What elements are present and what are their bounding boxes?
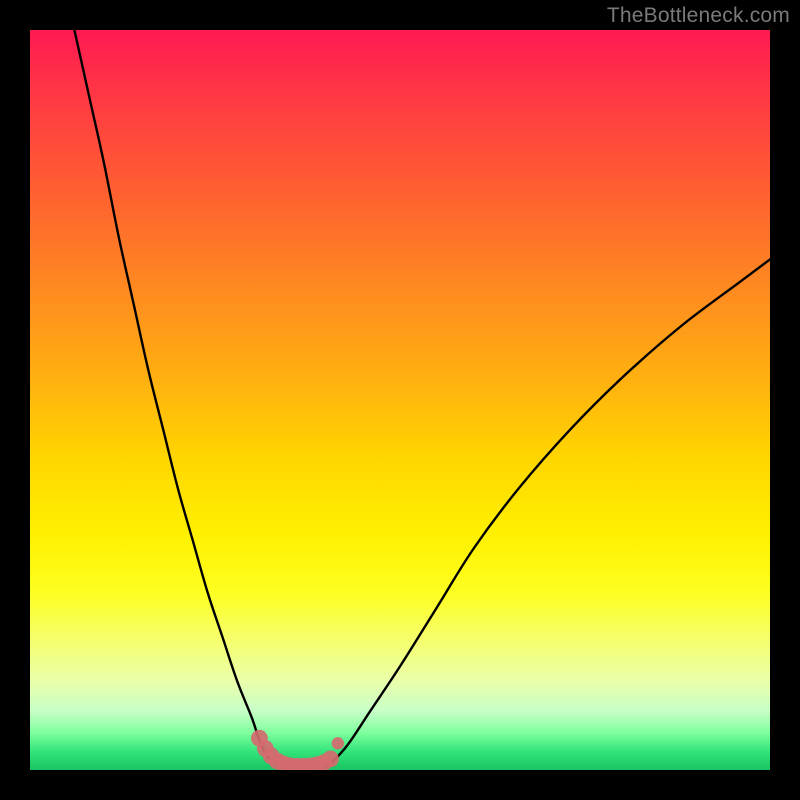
chart-svg bbox=[30, 30, 770, 770]
bottleneck-curve bbox=[74, 30, 770, 769]
marker-dot bbox=[332, 737, 344, 749]
marker-dot bbox=[322, 751, 339, 768]
plot-area bbox=[30, 30, 770, 770]
curve-line bbox=[74, 30, 770, 769]
watermark-text: TheBottleneck.com bbox=[607, 4, 790, 28]
chart-frame: TheBottleneck.com bbox=[0, 0, 800, 800]
marker-group bbox=[251, 730, 344, 770]
